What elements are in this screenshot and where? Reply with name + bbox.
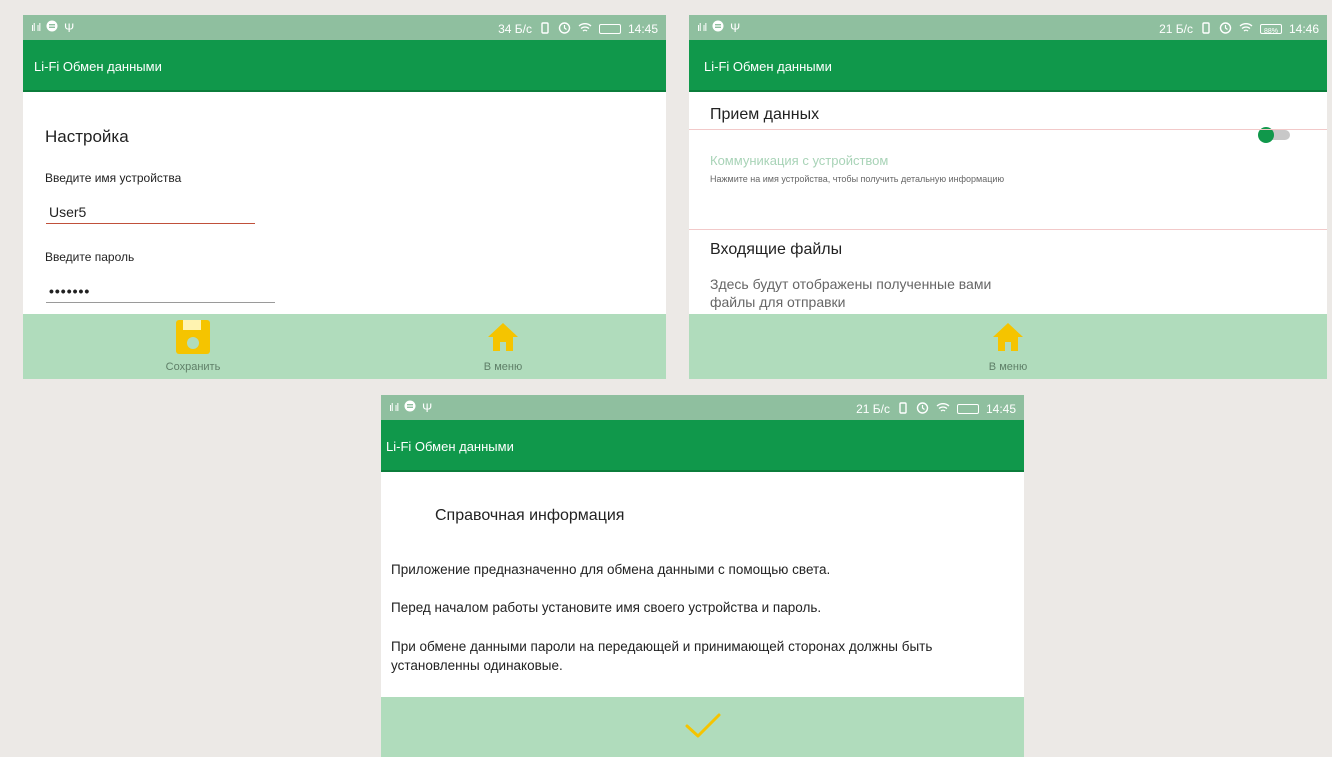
status-bar: ıl ıl Ψ 21 Б/с 14:45 (381, 395, 1024, 420)
vibrate-icon (897, 401, 909, 417)
password-input[interactable] (46, 280, 275, 303)
battery-icon: 88% (1259, 24, 1282, 35)
screen-receive: ıl ıl Ψ 21 Б/с 88% 14:46 Li-Fi Обмен дан… (689, 15, 1327, 379)
net-speed: 21 Б/с (1159, 22, 1193, 36)
chat-icon (404, 400, 416, 415)
app-title: Li-Fi Обмен данными (704, 59, 832, 74)
clock: 14:46 (1288, 22, 1319, 36)
usb-icon: Ψ (64, 20, 75, 35)
device-name-input[interactable] (46, 201, 255, 224)
communication-title[interactable]: Коммуникация с устройством (710, 153, 888, 168)
signal-icon: ıl ıl (31, 21, 41, 34)
net-speed: 34 Б/с (498, 22, 532, 36)
save-icon (176, 320, 210, 354)
confirm-button[interactable] (643, 711, 763, 746)
app-bar: Li-Fi Обмен данными (689, 40, 1327, 92)
device-name-label: Введите имя устройства (45, 171, 182, 185)
section-title: Настройка (45, 127, 129, 146)
menu-label: В меню (483, 361, 523, 373)
checkmark-icon (683, 713, 723, 745)
vibrate-icon (539, 21, 551, 37)
clock: 14:45 (985, 402, 1016, 416)
bottom-bar: Сохранить В меню (23, 314, 666, 379)
app-title: Li-Fi Обмен данными (34, 59, 162, 74)
communication-hint: Нажмите на имя устройства, чтобы получит… (710, 174, 1005, 184)
alarm-icon (916, 401, 929, 417)
wifi-icon (578, 22, 592, 37)
home-icon (991, 320, 1025, 359)
help-paragraph-1: Приложение предназначенно для обмена дан… (391, 562, 831, 577)
wifi-icon (1239, 22, 1253, 37)
chat-icon (46, 20, 58, 35)
status-bar: ıl ıl Ψ 34 Б/с 14:45 (23, 15, 666, 40)
menu-label: В меню (988, 361, 1028, 373)
status-bar: ıl ıl Ψ 21 Б/с 88% 14:46 (689, 15, 1327, 40)
battery-icon (598, 24, 621, 34)
divider (689, 129, 1327, 130)
wifi-icon (936, 402, 950, 417)
help-paragraph-3: При обмене данными пароли на передающей … (391, 639, 933, 673)
bottom-bar (381, 697, 1024, 757)
password-label: Введите пароль (45, 250, 135, 264)
vibrate-icon (1200, 21, 1212, 37)
bottom-bar: В меню (689, 314, 1327, 379)
app-bar: Li-Fi Обмен данными (23, 40, 666, 92)
alarm-icon (1219, 21, 1232, 37)
battery-icon (956, 404, 979, 414)
menu-button[interactable]: В меню (948, 320, 1068, 373)
save-label: Сохранить (165, 361, 221, 373)
usb-icon: Ψ (422, 400, 433, 415)
menu-button[interactable]: В меню (443, 320, 563, 373)
alarm-icon (558, 21, 571, 37)
incoming-title: Входящие файлы (710, 241, 843, 258)
signal-icon: ıl ıl (697, 21, 707, 34)
home-icon (486, 320, 520, 359)
receive-title: Прием данных (710, 106, 820, 123)
app-title: Li-Fi Обмен данными (386, 439, 514, 454)
screen-help: ıl ıl Ψ 21 Б/с 14:45 Li-Fi Обмен данными… (381, 395, 1024, 757)
screen-settings: ıl ıl Ψ 34 Б/с 14:45 Li-Fi Обмен данными… (23, 15, 666, 379)
usb-icon: Ψ (730, 20, 741, 35)
help-paragraph-2: Перед началом работы установите имя свое… (391, 600, 822, 615)
net-speed: 21 Б/с (856, 402, 890, 416)
app-bar: Li-Fi Обмен данными (381, 420, 1024, 472)
save-button[interactable]: Сохранить (133, 320, 253, 373)
clock: 14:45 (627, 22, 658, 36)
chat-icon (712, 20, 724, 35)
help-title: Справочная информация (435, 507, 625, 524)
signal-icon: ıl ıl (389, 401, 399, 414)
divider (689, 229, 1327, 230)
incoming-text: Здесь будут отображены полученные вами ф… (710, 276, 992, 310)
